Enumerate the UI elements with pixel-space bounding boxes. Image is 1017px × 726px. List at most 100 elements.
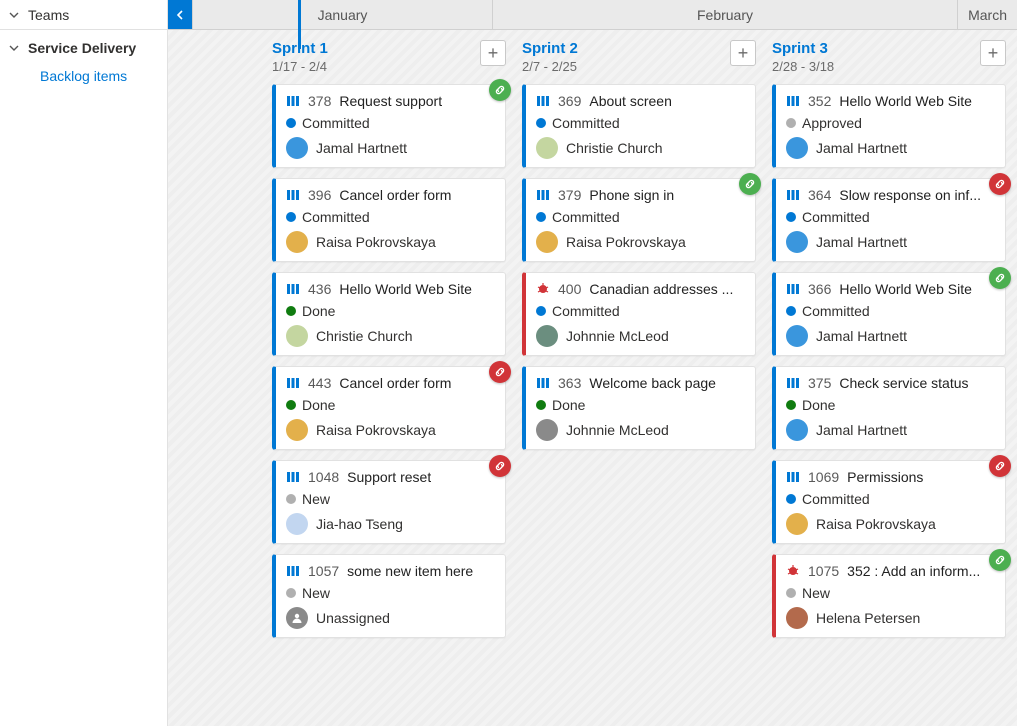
- column-title[interactable]: Sprint 3: [772, 40, 834, 57]
- pbi-icon: [536, 376, 550, 390]
- work-item-card[interactable]: 1069PermissionsCommittedRaisa Pokrovskay…: [772, 460, 1006, 544]
- timeline-month-february[interactable]: February: [492, 0, 957, 29]
- timeline-month-march[interactable]: March: [957, 0, 1017, 29]
- sprint-column: Sprint 2 2/7 - 2/25 +369About screenCommit…: [514, 30, 764, 726]
- pbi-icon: [286, 282, 300, 296]
- card-assignee: Johnnie McLeod: [566, 328, 669, 344]
- backlog-label: Backlog items: [40, 68, 127, 84]
- card-assignee: Jamal Hartnett: [316, 140, 407, 156]
- teams-header[interactable]: Teams: [0, 0, 167, 30]
- work-item-card[interactable]: 400Canadian addresses ...CommittedJohnni…: [522, 272, 756, 356]
- group-label: Service Delivery: [28, 40, 136, 56]
- card-assignee: Raisa Pokrovskaya: [316, 234, 436, 250]
- pbi-icon: [286, 470, 300, 484]
- state-dot-icon: [536, 400, 546, 410]
- add-card-button[interactable]: +: [980, 40, 1006, 66]
- link-badge-icon[interactable]: [989, 173, 1011, 195]
- state-dot-icon: [786, 400, 796, 410]
- card-assignee: Christie Church: [316, 328, 412, 344]
- card-title: Request support: [339, 93, 442, 109]
- add-card-button[interactable]: +: [480, 40, 506, 66]
- state-dot-icon: [286, 212, 296, 222]
- work-item-card[interactable]: 436Hello World Web SiteDoneChristie Chur…: [272, 272, 506, 356]
- card-assignee: Raisa Pokrovskaya: [316, 422, 436, 438]
- card-title: Slow response on inf...: [839, 187, 981, 203]
- work-item-card[interactable]: 1075352 : Add an inform...NewHelena Pete…: [772, 554, 1006, 638]
- card-title: Hello World Web Site: [839, 93, 972, 109]
- avatar: [786, 137, 808, 159]
- card-id: 378: [308, 93, 331, 109]
- state-dot-icon: [786, 588, 796, 598]
- link-badge-icon[interactable]: [489, 455, 511, 477]
- work-item-card[interactable]: 375Check service statusDoneJamal Hartnet…: [772, 366, 1006, 450]
- sidebar-group-service-delivery[interactable]: Service Delivery: [0, 30, 167, 62]
- pbi-icon: [536, 94, 550, 108]
- card-state: Approved: [802, 115, 862, 131]
- state-dot-icon: [786, 494, 796, 504]
- card-id: 375: [808, 375, 831, 391]
- state-dot-icon: [536, 212, 546, 222]
- card-state: Committed: [552, 303, 620, 319]
- work-item-card[interactable]: 379Phone sign inCommittedRaisa Pokrovska…: [522, 178, 756, 262]
- work-item-card[interactable]: 378Request supportCommittedJamal Hartnet…: [272, 84, 506, 168]
- work-item-card[interactable]: 1048Support resetNewJia-hao Tseng: [272, 460, 506, 544]
- chevron-down-icon: [8, 42, 20, 54]
- work-item-card[interactable]: 369About screenCommittedChristie Church: [522, 84, 756, 168]
- card-state: New: [802, 585, 830, 601]
- work-item-card[interactable]: 366Hello World Web SiteCommittedJamal Ha…: [772, 272, 1006, 356]
- sprint-column: Sprint 11/17 - 2/4+378Request supportCom…: [264, 30, 514, 726]
- card-title: Support reset: [347, 469, 431, 485]
- card-id: 396: [308, 187, 331, 203]
- work-item-card[interactable]: 396Cancel order formCommittedRaisa Pokro…: [272, 178, 506, 262]
- avatar: [536, 325, 558, 347]
- card-id: 1075: [808, 563, 839, 579]
- chevron-down-icon: [8, 9, 20, 21]
- sidebar-item-backlog[interactable]: Backlog items: [0, 62, 167, 90]
- card-id: 364: [808, 187, 831, 203]
- link-badge-icon[interactable]: [989, 549, 1011, 571]
- work-item-card[interactable]: 364Slow response on inf...CommittedJamal…: [772, 178, 1006, 262]
- state-dot-icon: [786, 118, 796, 128]
- add-card-button[interactable]: +: [730, 40, 756, 66]
- sprint-column: Sprint 32/28 - 3/18+352Hello World Web S…: [764, 30, 1014, 726]
- link-badge-icon[interactable]: [489, 79, 511, 101]
- column-dates: 2/7 - 2/25: [522, 59, 578, 74]
- card-state: New: [302, 491, 330, 507]
- link-badge-icon[interactable]: [489, 361, 511, 383]
- state-dot-icon: [286, 306, 296, 316]
- column-dates: 2/28 - 3/18: [772, 59, 834, 74]
- card-title: Canadian addresses ...: [589, 281, 733, 297]
- link-badge-icon[interactable]: [989, 455, 1011, 477]
- state-dot-icon: [786, 212, 796, 222]
- state-dot-icon: [286, 494, 296, 504]
- card-state: Done: [302, 303, 335, 319]
- link-badge-icon[interactable]: [739, 173, 761, 195]
- avatar: [286, 231, 308, 253]
- card-title: Cancel order form: [339, 187, 451, 203]
- sidebar: Teams Service Delivery Backlog items: [0, 0, 168, 726]
- column-title[interactable]: Sprint 1: [272, 40, 328, 57]
- card-title: Welcome back page: [589, 375, 716, 391]
- work-item-card[interactable]: 1057some new item hereNewUnassigned: [272, 554, 506, 638]
- column-title[interactable]: Sprint 2: [522, 40, 578, 57]
- card-title: Hello World Web Site: [339, 281, 472, 297]
- card-title: 352 : Add an inform...: [847, 563, 980, 579]
- card-title: Permissions: [847, 469, 923, 485]
- card-id: 443: [308, 375, 331, 391]
- card-state: Committed: [802, 491, 870, 507]
- pbi-icon: [786, 376, 800, 390]
- card-state: New: [302, 585, 330, 601]
- avatar: [536, 137, 558, 159]
- state-dot-icon: [286, 118, 296, 128]
- work-item-card[interactable]: 363Welcome back pageDoneJohnnie McLeod: [522, 366, 756, 450]
- link-badge-icon[interactable]: [989, 267, 1011, 289]
- work-item-card[interactable]: 352Hello World Web SiteApprovedJamal Har…: [772, 84, 1006, 168]
- timeline-prev-button[interactable]: [168, 0, 192, 29]
- timeline-month-january[interactable]: January: [192, 0, 492, 29]
- card-assignee: Johnnie McLeod: [566, 422, 669, 438]
- card-assignee: Jamal Hartnett: [816, 140, 907, 156]
- teams-label: Teams: [28, 7, 69, 23]
- card-title: some new item here: [347, 563, 473, 579]
- work-item-card[interactable]: 443Cancel order formDoneRaisa Pokrovskay…: [272, 366, 506, 450]
- column-header: Sprint 3 2/28 - 3/18 +: [772, 40, 1006, 74]
